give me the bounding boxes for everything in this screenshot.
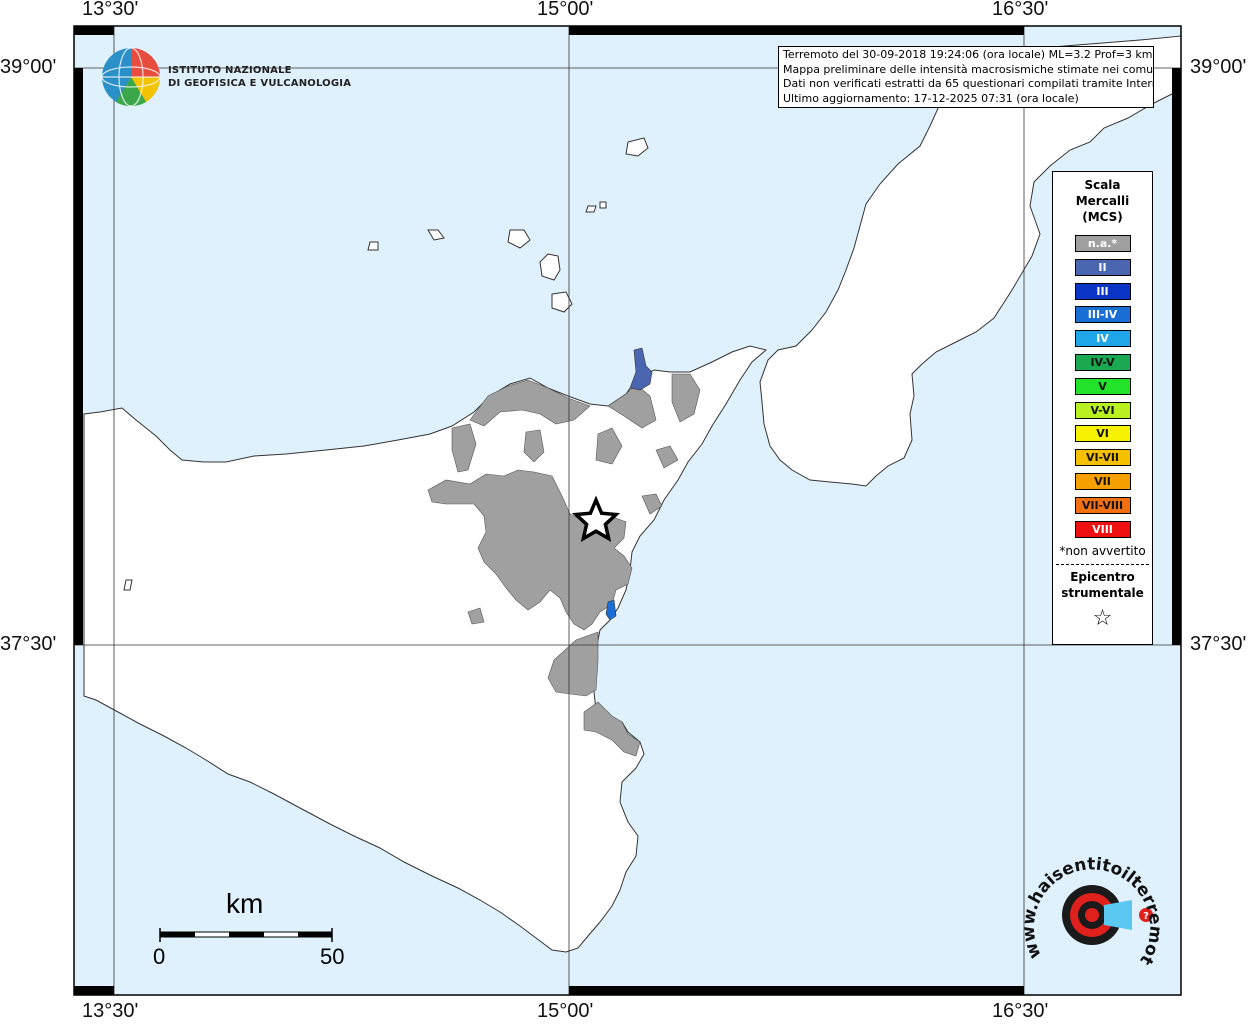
island-panarea (585, 205, 597, 213)
mcs-legend: Scala Mercalli (MCS) n.a.* II III III-IV… (1052, 171, 1153, 645)
ingv-line2: DI GEOFISICA E VULCANOLOGIA (168, 78, 352, 89)
legend-divider (1056, 564, 1149, 566)
legend-item-vi-vii: VI-VII (1074, 449, 1131, 467)
legend-item-vii-viii: VII-VIII (1074, 496, 1131, 514)
legend-title-line3: (MCS) (1082, 210, 1123, 224)
legend-epicentro: Epicentro strumentale (1053, 569, 1152, 601)
legend-items: n.a.* II III III-IV IV IV-V V V-VI VI VI… (1053, 235, 1152, 538)
ingv-line1: ISTITUTO NAZIONALE (168, 65, 292, 76)
legend-item-iii-iv: III-IV (1074, 306, 1131, 324)
info-line2: Mappa preliminare delle intensità macros… (783, 62, 1154, 76)
legend-epicentro-line1: Epicentro (1070, 570, 1135, 585)
legend-item-iv: IV (1074, 330, 1131, 348)
info-line4: Ultimo aggiornamento: 17-12-2025 07:31 (… (783, 91, 1079, 105)
ingv-logo-icon (101, 47, 161, 107)
island-alicudi (367, 241, 379, 251)
island-ustica-small (123, 579, 133, 591)
legend-item-vi: VI (1074, 425, 1131, 443)
legend-epicentro-line2: strumentale (1061, 586, 1144, 601)
legend-title: Scala Mercalli (MCS) (1053, 177, 1152, 225)
scale-min: 0 (153, 944, 166, 969)
lon-label-bottom-left: 13°30' (82, 1000, 139, 1022)
legend-note: *non avvertito (1059, 544, 1146, 559)
lon-label-bottom-center: 15°00' (537, 1000, 594, 1022)
legend-item-iii: III (1074, 282, 1131, 300)
legend-title-line2: Mercalli (1075, 194, 1130, 208)
legend-star-icon: ☆ (1092, 606, 1113, 632)
scale-unit: km (226, 888, 264, 919)
legend-item-v-vi: V-VI (1074, 401, 1131, 419)
lon-label-bottom-right: 16°30' (992, 1000, 1049, 1022)
legend-item-ii: II (1074, 258, 1131, 276)
legend-item-iv-v: IV-V (1074, 353, 1131, 371)
info-line1: Terremoto del 30-09-2018 19:24:06 (ora l… (783, 48, 1153, 61)
lon-label-top-right: 16°30' (992, 0, 1049, 20)
lon-label-top-left: 13°30' (82, 0, 139, 20)
scale-max: 50 (320, 944, 345, 969)
legend-item-viii: VIII (1074, 520, 1131, 538)
legend-item-v: V (1074, 377, 1131, 395)
lat-label-right-top: 39°00' (1190, 56, 1247, 78)
lat-label-left-bottom: 37°30' (0, 633, 57, 655)
lat-label-right-bottom: 37°30' (1190, 633, 1247, 655)
island-basiluzzo (599, 201, 607, 209)
legend-title-line1: Scala (1084, 178, 1121, 192)
ingv-logo-text: ISTITUTO NAZIONALE DI GEOFISICA E VULCAN… (168, 64, 351, 90)
lat-label-left-top: 39°00' (0, 56, 57, 78)
legend-item-vii: VII (1074, 472, 1131, 490)
legend-item-na: n.a.* (1074, 235, 1131, 252)
lon-label-top-center: 15°00' (537, 0, 594, 20)
info-line3: Dati non verificati estratti da 65 quest… (783, 77, 1154, 90)
event-info-box: Terremoto del 30-09-2018 19:24:06 (ora l… (778, 46, 1154, 108)
